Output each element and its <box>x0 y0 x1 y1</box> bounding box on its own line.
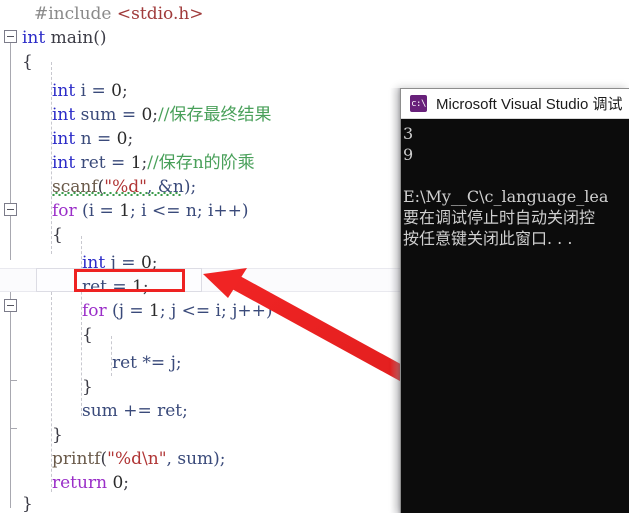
code-token: } <box>82 377 93 397</box>
console-window[interactable]: c:\ Microsoft Visual Studio 调试 3 9 E:\My__… <box>400 88 629 513</box>
code-token: main() <box>45 28 107 48</box>
code-token: ; j <= i; j++) <box>159 301 273 321</box>
console-window-title: Microsoft Visual Studio 调试 <box>436 96 623 113</box>
code-line[interactable]: } <box>0 375 93 399</box>
code-token: int <box>52 129 76 149</box>
code-token: <stdio.h> <box>116 4 204 24</box>
code-token: (j = <box>106 301 150 321</box>
code-token: "%d <box>107 449 143 469</box>
code-line[interactable]: printf("%d\n", sum); <box>0 447 226 471</box>
error-squiggle-underline <box>52 192 181 196</box>
code-line[interactable]: { <box>0 50 33 74</box>
cmd-icon: c:\ <box>410 95 427 112</box>
code-token: 0 <box>116 129 128 149</box>
code-token: " <box>158 449 167 469</box>
console-line: 9 <box>403 145 414 164</box>
code-token: ret *= j; <box>112 353 182 373</box>
console-line: 3 <box>403 124 414 143</box>
code-token: int <box>52 105 76 125</box>
code-token: } <box>52 425 63 445</box>
code-token: printf <box>52 449 101 469</box>
code-token: #include <box>34 4 117 24</box>
code-token: int <box>52 153 76 173</box>
code-token: } <box>22 494 33 513</box>
code-token: //保存最终结果 <box>158 105 272 125</box>
code-token: for <box>82 301 107 321</box>
code-token: 0 <box>112 473 124 493</box>
code-token: 0 <box>111 81 122 101</box>
code-line[interactable]: } <box>0 423 63 447</box>
code-token: 0 <box>141 105 153 125</box>
code-line[interactable]: int ret = 1;//保存n的阶乘 <box>0 151 255 175</box>
code-token: int <box>22 28 46 48</box>
code-line[interactable]: int n = 0; <box>0 127 133 151</box>
code-line[interactable]: } <box>0 492 33 513</box>
code-token: i = <box>75 81 112 101</box>
console-line: 要在调试停止时自动关闭控 <box>403 208 596 227</box>
code-token: return <box>52 473 108 493</box>
code-token: ; i <= n; i++) <box>130 201 249 221</box>
code-line[interactable]: ret *= j; <box>0 351 182 375</box>
code-token: n = <box>75 129 117 149</box>
code-token: ; <box>123 473 130 493</box>
code-line[interactable]: { <box>0 223 63 247</box>
code-line[interactable]: #include <stdio.h> <box>0 2 204 26</box>
code-token: sum = <box>75 105 142 125</box>
code-token: ; <box>121 81 128 101</box>
code-token: { <box>52 225 63 245</box>
code-token: 1 <box>119 201 131 221</box>
code-line[interactable]: for (i = 1; i <= n; i++) <box>0 199 249 223</box>
code-token: \n <box>142 449 159 469</box>
code-token: ret = <box>75 153 131 173</box>
code-line[interactable]: int i = 0; <box>0 79 128 103</box>
code-token: (i = <box>76 201 120 221</box>
code-line[interactable]: sum += ret; <box>0 399 188 423</box>
code-line[interactable]: int sum = 0;//保存最终结果 <box>0 103 272 127</box>
screenshot-root: #include <stdio.h> int main(){int i = 0; i… <box>0 0 629 513</box>
code-token: int <box>52 81 76 101</box>
code-token: { <box>82 325 93 345</box>
code-token: { <box>22 52 33 72</box>
console-titlebar[interactable]: c:\ Microsoft Visual Studio 调试 <box>401 89 629 119</box>
code-token: 1 <box>130 153 142 173</box>
code-line[interactable]: for (j = 1; j <= i; j++) <box>0 299 273 323</box>
annotation-rectangle <box>74 269 185 292</box>
code-token: ; <box>127 129 134 149</box>
code-line[interactable]: int main() <box>0 26 107 50</box>
code-line[interactable]: { <box>0 323 93 347</box>
code-token: //保存n的阶乘 <box>147 153 255 173</box>
console-line: 按任意键关闭此窗口. . . <box>403 229 573 248</box>
console-output[interactable]: 3 9 E:\My__C\c_language_lea 要在调试停止时自动关闭控 按任意… <box>401 119 629 513</box>
code-token: , sum); <box>166 449 226 469</box>
code-token: 1 <box>149 301 160 321</box>
console-line: E:\My__C\c_language_lea <box>403 187 609 206</box>
code-token: sum += ret; <box>82 401 188 421</box>
code-token: for <box>52 201 77 221</box>
